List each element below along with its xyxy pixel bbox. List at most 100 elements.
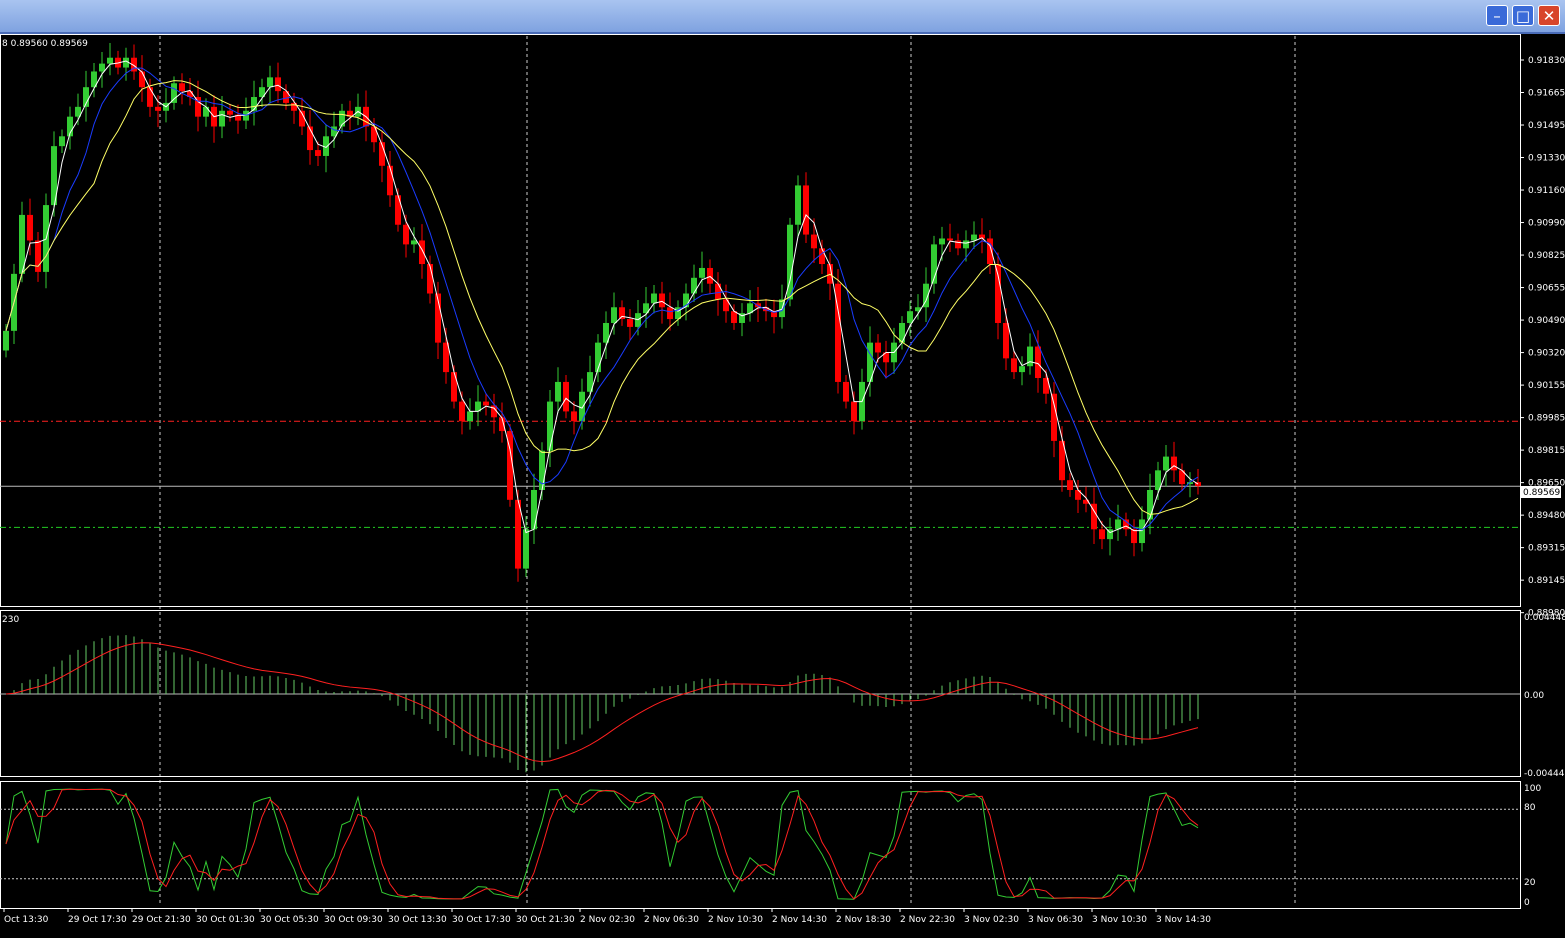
candle-body [275,77,281,92]
candle-body [659,293,665,308]
chart-svg[interactable]: 0.91830 0.91665 0.91495 0.91330 0.91160 0.909… [0,34,1565,934]
candle-body [939,238,945,245]
candle-body [1067,480,1073,490]
time-axis: Oct 13:30 29 Oct 17:30 29 Oct 21:30 30 Oct … [3,908,1211,925]
stoch-label-20: 20 [1524,878,1536,888]
window-titlebar: – □ ✕ [0,0,1565,34]
maximize-button[interactable]: □ [1512,5,1534,26]
candle-body [971,234,977,241]
candle-body [1171,456,1177,471]
candle-body [619,307,625,320]
candle-body [171,83,177,103]
candle-body [315,150,321,156]
candle-body [667,307,673,320]
time-tick-label: 29 Oct 17:30 [68,915,127,925]
stoch-signal-line [5,788,1199,900]
price-tick-label: 0.91495 [1528,121,1565,131]
stoch-label-80: 80 [1524,803,1536,813]
candle-body [803,185,809,235]
candle-body [1011,358,1017,373]
price-tick-label: 0.90655 [1528,284,1565,294]
candle-body [563,381,569,412]
candlestick-series [3,42,1201,582]
price-tick-label: 0.90825 [1528,251,1565,261]
time-tick-label: 2 Nov 10:30 [708,915,763,925]
candle-body [819,248,825,265]
macd-zero-label: 0.00 [1524,691,1544,701]
price-tick-label: 0.89815 [1528,446,1565,456]
current-price-label: 0.89569 [1523,488,1560,498]
time-tick-label: 3 Nov 10:30 [1092,915,1147,925]
candle-body [627,319,633,327]
candle-body [35,240,41,272]
candle-body [555,381,561,402]
candle-body [403,224,409,245]
candle-body [963,240,969,249]
time-tick-label: 2 Nov 14:30 [772,915,827,925]
price-tick-label: 0.89480 [1528,511,1565,521]
macd-top-label: 0.004448 [1524,613,1565,623]
macd-signal-line [5,642,1199,763]
candle-body [995,264,1001,323]
price-levels [0,420,1520,528]
price-tick-label: 0.89985 [1528,414,1565,424]
moving-averages [5,60,1199,534]
candle-body [1003,322,1009,359]
candle-body [27,214,33,241]
candle-body [523,529,529,569]
candle-body [219,110,225,127]
candle-body [1147,490,1153,520]
price-tick-label: 0.89315 [1528,544,1565,554]
time-tick-label: 2 Nov 22:30 [900,915,955,925]
candle-body [811,234,817,249]
price-tick-label: 0.90320 [1528,349,1565,359]
macd-panel-header: 230 [2,615,19,625]
stoch-label-100: 100 [1524,784,1541,794]
candle-body [179,83,185,92]
candle-body [371,126,377,143]
candle-body [1035,346,1041,378]
time-tick-label: 30 Oct 01:30 [196,915,255,925]
time-tick-label: 3 Nov 06:30 [1028,915,1083,925]
candle-body [203,106,209,117]
candle-body [715,283,721,300]
candle-body [571,411,577,422]
candle-body [227,110,233,115]
candle-body [1027,346,1033,367]
maximize-icon: □ [1515,7,1531,25]
candle-body [651,293,657,304]
candle-body [843,381,849,402]
price-panel-header: 8 0.89560 0.89569 [2,39,88,49]
candle-body [155,106,161,111]
candle-body [875,342,881,353]
time-tick-label: 30 Oct 13:30 [388,915,447,925]
candle-body [99,63,105,72]
candle-body [107,57,113,64]
time-tick-label: 29 Oct 21:30 [132,915,191,925]
ma-slow-line [5,80,1199,515]
price-tick-label: 0.90490 [1528,316,1565,326]
candle-body [1099,529,1105,540]
chart-area[interactable]: 0.91830 0.91665 0.91495 0.91330 0.91160 0.909… [0,34,1565,934]
minimize-icon: – [1493,7,1501,25]
candle-body [851,401,857,422]
time-tick-label: 30 Oct 09:30 [324,915,383,925]
candle-body [699,267,705,278]
time-tick-label: 3 Nov 02:30 [964,915,1019,925]
ma-mid-line [5,67,1199,531]
close-button[interactable]: ✕ [1538,5,1560,26]
candle-body [459,401,465,422]
time-tick-label: 2 Nov 06:30 [644,915,699,925]
candle-body [147,87,153,107]
price-tick-label: 0.90990 [1528,219,1565,229]
candle-body [1019,366,1025,373]
minimize-button[interactable]: – [1486,5,1508,26]
time-tick-label: Oct 13:30 [4,915,49,925]
candle-body [483,401,489,406]
stochastic-indicator [0,788,1520,900]
time-tick-label: 2 Nov 18:30 [836,915,891,925]
close-icon: ✕ [1542,7,1556,25]
time-tick-label: 3 Nov 14:30 [1156,915,1211,925]
candle-body [947,238,953,241]
price-tick-label: 0.89145 [1528,576,1565,586]
